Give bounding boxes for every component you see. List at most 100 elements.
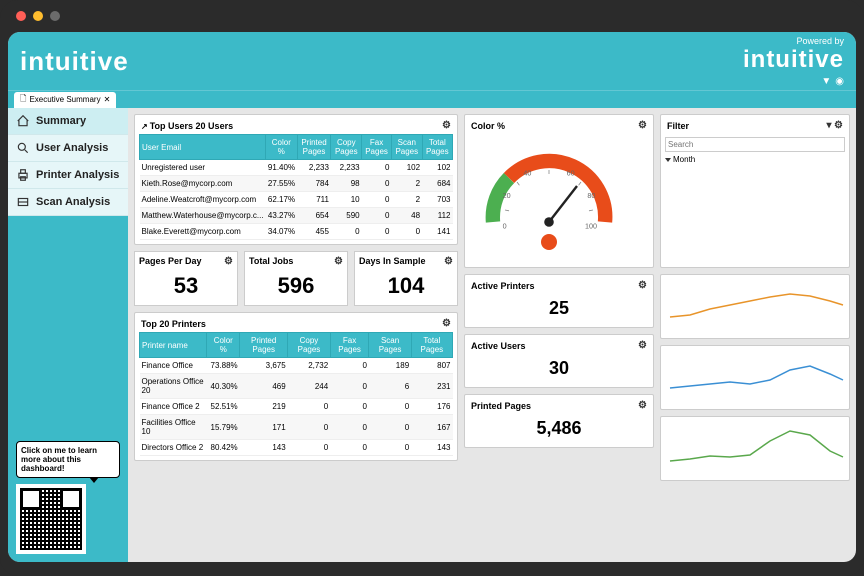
top-printers-table: Printer nameColor %Printed PagesCopy Pag… (139, 332, 453, 456)
sidebar-item-label: Scan Analysis (36, 196, 110, 208)
scanner-icon (16, 195, 30, 209)
sparkline-chart (665, 279, 845, 329)
table-row[interactable]: Blake.Everett@mycorp.com34.07%455000141 (140, 224, 453, 240)
table-header[interactable]: Fax Pages (330, 333, 369, 358)
table-row[interactable]: Directors Office 280.42%143000143 (140, 440, 453, 456)
window-max-dot[interactable] (50, 11, 60, 21)
gear-icon[interactable]: ⚙ (638, 280, 647, 291)
filter-card: Filter ▾ ⚙ Month (660, 114, 850, 268)
gear-icon[interactable]: ⚙ (834, 120, 843, 131)
table-row[interactable]: Unregistered user91.40%2,2332,2330102102 (140, 160, 453, 176)
table-row[interactable]: Operations Office 2040.30%46924406231 (140, 374, 453, 399)
chevron-right-icon (665, 158, 671, 162)
gear-icon[interactable]: ⚙ (334, 256, 343, 267)
printer-icon (16, 168, 30, 182)
stat-value: 5,486 (469, 414, 649, 443)
table-header[interactable]: Copy Pages (288, 333, 331, 358)
sidebar-item-label: Printer Analysis (36, 169, 119, 181)
sparkline-chart (665, 421, 845, 471)
table-header[interactable]: Printed Pages (297, 135, 331, 160)
filter-item-month[interactable]: Month (665, 154, 845, 165)
svg-text:60: 60 (567, 169, 575, 178)
expand-icon[interactable]: ↗ (141, 122, 148, 131)
window-min-dot[interactable] (33, 11, 43, 21)
table-header[interactable]: Copy Pages (331, 135, 362, 160)
table-row[interactable]: Kieth.Rose@mycorp.com27.55%7849802684 (140, 176, 453, 192)
card-title: Printed Pages (471, 401, 531, 411)
svg-text:80: 80 (587, 191, 595, 200)
table-header[interactable]: Scan Pages (369, 333, 411, 358)
table-header[interactable]: Scan Pages (392, 135, 423, 160)
sparkline-chart (665, 350, 845, 400)
qr-code[interactable] (16, 484, 86, 554)
table-row[interactable]: Finance Office73.88%3,6752,7320189807 (140, 358, 453, 374)
days-in-sample-card: Days In Sample ⚙ 104 (354, 251, 458, 306)
table-row[interactable]: Matthew.Waterhouse@mycorp.c...43.27%6545… (140, 208, 453, 224)
gear-icon[interactable]: ⚙ (442, 120, 451, 131)
qr-tooltip: Click on me to learn more about this das… (16, 441, 120, 478)
card-title: Top 20 Printers (141, 319, 206, 329)
gear-icon[interactable]: ⚙ (638, 120, 647, 131)
stat-title: Total Jobs (249, 256, 293, 267)
top-users-table: User EmailColor %Printed PagesCopy Pages… (139, 134, 453, 240)
printed-pages-sparkline-card (660, 416, 850, 481)
stat-value: 30 (469, 354, 649, 383)
gear-icon[interactable]: ⚙ (442, 318, 451, 329)
stat-value: 25 (469, 294, 649, 323)
gear-icon[interactable]: ⚙ (638, 340, 647, 351)
tab-close-icon[interactable]: ✕ (104, 95, 111, 104)
table-header[interactable]: Printed Pages (240, 333, 288, 358)
sidebar-item-summary[interactable]: Summary (8, 108, 128, 135)
svg-text:0: 0 (503, 221, 507, 230)
sidebar-item-printer-analysis[interactable]: Printer Analysis (8, 162, 128, 189)
gear-icon[interactable]: ⚙ (224, 256, 233, 267)
tab-bar: 🗋 Executive Summary ✕ (8, 90, 856, 108)
window-titlebar (0, 0, 864, 32)
card-title: Active Printers (471, 281, 535, 291)
table-header[interactable]: Printer name (140, 333, 207, 358)
active-printers-card: Active Printers ⚙ 25 (464, 274, 654, 328)
stat-title: Days In Sample (359, 256, 426, 267)
tab-executive-summary[interactable]: 🗋 Executive Summary ✕ (14, 92, 116, 108)
active-users-card: Active Users⚙ 30 (464, 334, 654, 388)
card-title: Filter (667, 121, 689, 131)
home-icon (16, 114, 30, 128)
tab-doc-icon: 🗋 (20, 93, 26, 107)
powered-by-label: Powered by (743, 36, 844, 46)
gear-icon[interactable]: ⚙ (638, 400, 647, 411)
stat-value: 53 (139, 267, 233, 301)
powered-by-logo: intuitive (743, 46, 844, 74)
table-header[interactable]: Fax Pages (362, 135, 392, 160)
card-title: Top Users 20 Users (150, 121, 233, 131)
svg-text:100: 100 (585, 221, 597, 230)
table-header[interactable]: Color % (266, 135, 297, 160)
sidebar-item-label: Summary (36, 115, 86, 127)
table-row[interactable]: Adeline.Weatcroft@mycorp.com62.17%711100… (140, 192, 453, 208)
help-icon[interactable]: ◉ (835, 76, 844, 87)
magnify-user-icon (16, 141, 30, 155)
table-row[interactable]: Facilities Office 1015.79%171000167 (140, 415, 453, 440)
filter-funnel-icon[interactable]: ▾ (826, 120, 831, 131)
total-jobs-card: Total Jobs⚙ 596 (244, 251, 348, 306)
stat-value: 104 (359, 267, 453, 301)
sidebar: Summary User Analysis Printer Analysis S… (8, 108, 128, 562)
top-users-card: ↗Top Users 20 Users ⚙ User EmailColor %P… (134, 114, 458, 245)
sidebar-item-user-analysis[interactable]: User Analysis (8, 135, 128, 162)
top-printers-card: Top 20 Printers ⚙ Printer nameColor %Pri… (134, 312, 458, 461)
window-close-dot[interactable] (16, 11, 26, 21)
app-header: intuitive Powered by intuitive ▼ ◉ (8, 32, 856, 90)
table-header[interactable]: User Email (140, 135, 266, 160)
sidebar-item-label: User Analysis (36, 142, 108, 154)
table-header[interactable]: Total Pages (411, 333, 452, 358)
filter-icon[interactable]: ▼ (821, 76, 831, 87)
pages-per-day-card: Pages Per Day ⚙ 53 (134, 251, 238, 306)
table-header[interactable]: Color % (207, 333, 240, 358)
stat-title: Pages Per Day (139, 256, 202, 267)
filter-search-input[interactable] (665, 137, 845, 152)
gauge-chart: 0 20 40 60 80 100 (469, 134, 629, 254)
table-header[interactable]: Total Pages (422, 135, 452, 160)
gear-icon[interactable]: ⚙ (444, 256, 453, 267)
sidebar-item-scan-analysis[interactable]: Scan Analysis (8, 189, 128, 216)
svg-text:40: 40 (523, 169, 531, 178)
table-row[interactable]: Finance Office 252.51%219000176 (140, 399, 453, 415)
